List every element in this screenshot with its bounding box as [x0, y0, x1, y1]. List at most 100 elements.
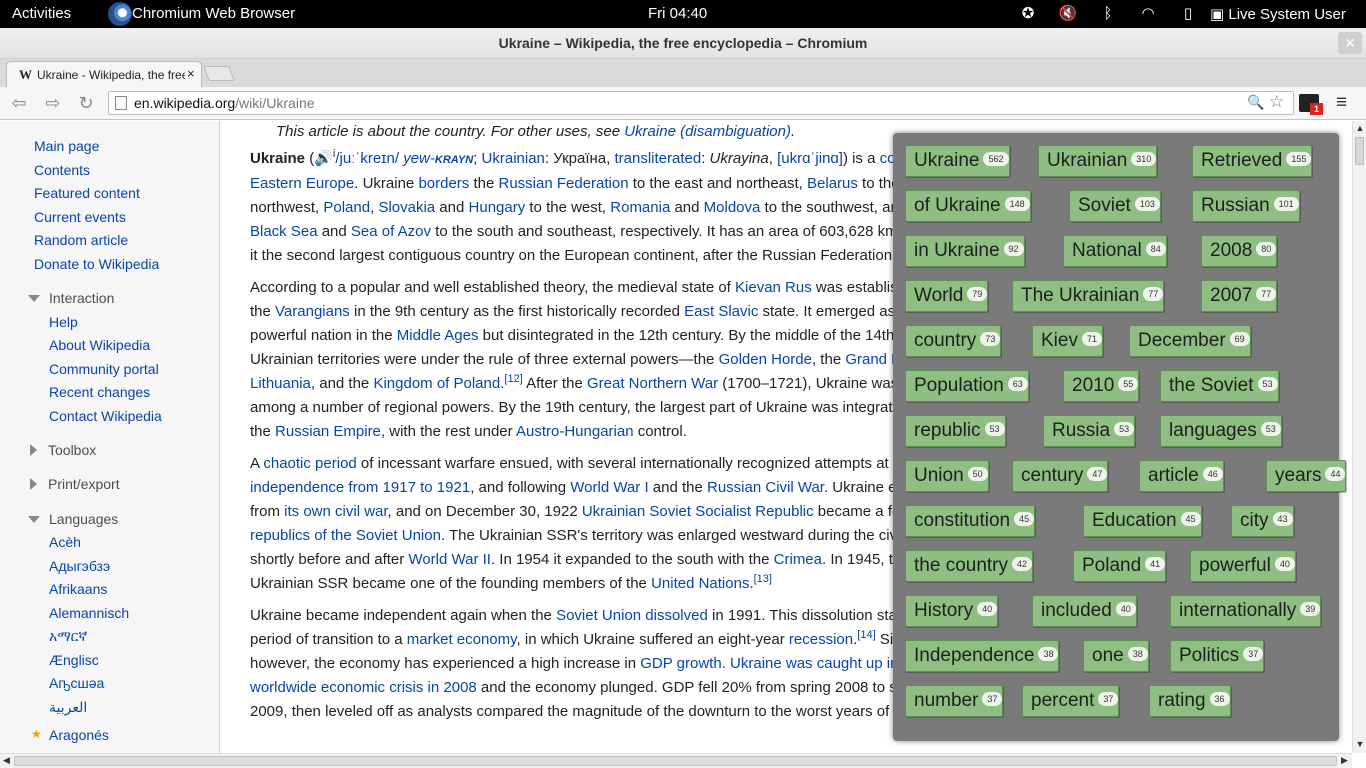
- word-chip[interactable]: Retrieved 155: [1192, 145, 1313, 177]
- word-chip[interactable]: Ukrainian 310: [1038, 145, 1158, 177]
- article-link[interactable]: yew-KRAYN: [403, 150, 473, 167]
- clock[interactable]: Fri 04:40: [648, 5, 707, 22]
- article-link[interactable]: Kingdom of Poland: [373, 375, 500, 392]
- article-link[interactable]: Russian Civil War: [707, 479, 824, 496]
- article-link[interactable]: [12]: [504, 373, 522, 385]
- article-link[interactable]: [14]: [857, 629, 875, 641]
- sidebar-item-contact[interactable]: Contact Wikipedia: [49, 408, 162, 424]
- word-chip[interactable]: in Ukraine 92: [905, 235, 1025, 267]
- menu-icon[interactable]: ≡: [1336, 92, 1354, 114]
- article-link[interactable]: Russian Federation: [498, 175, 628, 192]
- reload-button[interactable]: ↻: [73, 91, 99, 115]
- tab-ukraine[interactable]: W Ukraine - Wikipedia, the free ×: [6, 61, 202, 87]
- article-link[interactable]: Black Sea: [250, 223, 318, 240]
- word-chip[interactable]: internationally 39: [1170, 595, 1322, 627]
- word-chip[interactable]: Soviet 103: [1069, 190, 1161, 222]
- vertical-scrollbar[interactable]: ▲ ▼: [1352, 121, 1366, 753]
- scroll-up-icon[interactable]: ▲: [1355, 123, 1365, 133]
- word-chip[interactable]: History 40: [905, 595, 999, 627]
- article-link[interactable]: Ukraine was caught up in the worldwide e…: [250, 655, 923, 696]
- extension-icon[interactable]: 1: [1299, 94, 1323, 115]
- hatnote-link[interactable]: Ukraine (disambiguation): [624, 123, 791, 140]
- language-link[interactable]: Аҧсшәа: [49, 675, 104, 691]
- article-link[interactable]: [13]: [754, 573, 772, 585]
- article-link[interactable]: market economy: [407, 631, 517, 648]
- article-link[interactable]: Varangians: [275, 303, 350, 320]
- article-link[interactable]: GDP growth: [640, 655, 721, 672]
- word-chip[interactable]: powerful 40: [1190, 550, 1296, 582]
- toolbox-heading[interactable]: Toolbox: [30, 442, 96, 458]
- wifi-icon[interactable]: ◠: [1128, 3, 1168, 25]
- word-chip[interactable]: Russia 53: [1043, 415, 1136, 447]
- word-chip[interactable]: Education 45: [1083, 505, 1202, 537]
- print-export-heading[interactable]: Print/export: [30, 476, 120, 492]
- word-chip[interactable]: Ukraine 562: [905, 145, 1010, 177]
- language-link[interactable]: Адыгэбзэ: [49, 558, 110, 574]
- scroll-down-icon[interactable]: ▼: [1355, 739, 1365, 749]
- article-link[interactable]: [ukrɑˈjinɑ]: [777, 150, 843, 167]
- word-chip[interactable]: republic 53: [905, 415, 1006, 447]
- article-link[interactable]: Golden Horde: [719, 351, 812, 368]
- word-chip[interactable]: The Ukrainian 77: [1012, 280, 1165, 312]
- article-link[interactable]: recession: [789, 631, 853, 648]
- article-link[interactable]: Moldova: [704, 199, 761, 216]
- sidebar-item-donate[interactable]: Donate to Wikipedia: [34, 256, 159, 272]
- word-chip[interactable]: years 44: [1266, 460, 1347, 492]
- bluetooth-icon[interactable]: ᛒ: [1088, 3, 1128, 25]
- word-chip[interactable]: one 38: [1083, 640, 1149, 672]
- word-chip[interactable]: constitution 45: [905, 505, 1036, 537]
- sidebar-item-random-article[interactable]: Random article: [34, 232, 128, 248]
- tab-close-icon[interactable]: ×: [187, 66, 195, 81]
- address-bar[interactable]: en.wikipedia.org/wiki/Ukraine 🔍 ☆: [108, 91, 1294, 115]
- language-link[interactable]: Ænglisc: [49, 652, 99, 668]
- scroll-left-icon[interactable]: ◀: [3, 755, 10, 766]
- article-link[interactable]: Russian Empire: [275, 423, 381, 440]
- article-link[interactable]: Soviet Union dissolved: [556, 607, 708, 624]
- language-link[interactable]: አማርኛ: [49, 628, 87, 645]
- article-link[interactable]: United Nations: [651, 575, 749, 592]
- article-link[interactable]: Romania: [610, 199, 670, 216]
- article-link[interactable]: Hungary: [469, 199, 526, 216]
- word-chip[interactable]: article 46: [1139, 460, 1224, 492]
- word-chip[interactable]: 2007 77: [1201, 280, 1278, 312]
- word-chip[interactable]: Kiev 71: [1032, 325, 1103, 357]
- word-chip[interactable]: the Soviet 53: [1160, 370, 1279, 402]
- sidebar-item-current-events[interactable]: Current events: [34, 209, 126, 225]
- article-link[interactable]: transliterated: [614, 150, 701, 167]
- article-link[interactable]: Middle Ages: [397, 327, 479, 344]
- word-chip[interactable]: Union 50: [905, 460, 989, 492]
- bookmark-star-icon[interactable]: ☆: [1269, 92, 1284, 112]
- article-link[interactable]: Eastern Europe: [250, 175, 354, 192]
- word-chip[interactable]: December 69: [1129, 325, 1251, 357]
- article-link[interactable]: Crimea: [774, 551, 822, 568]
- word-chip[interactable]: rating 36: [1149, 685, 1231, 717]
- url-text[interactable]: en.wikipedia.org/wiki/Ukraine: [134, 95, 315, 111]
- word-chip[interactable]: Population 63: [905, 370, 1029, 402]
- language-link[interactable]: Aragonés: [49, 727, 109, 743]
- article-link[interactable]: republics of the Soviet Union: [250, 527, 441, 544]
- article-link[interactable]: Slovakia: [378, 199, 435, 216]
- article-link[interactable]: its own civil war: [284, 503, 387, 520]
- language-link[interactable]: Acèh: [49, 534, 81, 550]
- sidebar-item-featured-content[interactable]: Featured content: [34, 185, 140, 201]
- word-chip[interactable]: century 47: [1012, 460, 1109, 492]
- article-link[interactable]: Austro-Hungarian: [516, 423, 634, 440]
- battery-icon[interactable]: ▯: [1168, 3, 1208, 25]
- sidebar-item-about[interactable]: About Wikipedia: [49, 337, 150, 353]
- article-link[interactable]: World War I: [570, 479, 648, 496]
- sidebar-item-recent-changes[interactable]: Recent changes: [49, 384, 150, 400]
- new-tab-button[interactable]: [203, 66, 235, 81]
- user-menu[interactable]: ▣ Live System User: [1210, 5, 1346, 23]
- vertical-scroll-thumb[interactable]: [1355, 137, 1364, 165]
- word-chip[interactable]: country 73: [905, 325, 1002, 357]
- article-link[interactable]: Ukrainian Soviet Socialist Republic: [582, 503, 814, 520]
- languages-heading[interactable]: Languages: [28, 511, 118, 527]
- horizontal-scrollbar[interactable]: ◀ ▶: [0, 753, 1352, 768]
- word-chip[interactable]: National 84: [1063, 235, 1167, 267]
- article-link[interactable]: Kievan Rus: [735, 279, 812, 296]
- activities-button[interactable]: Activities: [12, 5, 71, 22]
- word-chip[interactable]: the country 42: [905, 550, 1034, 582]
- interaction-heading[interactable]: Interaction: [28, 290, 114, 306]
- article-link[interactable]: Belarus: [807, 175, 858, 192]
- forward-button[interactable]: ⇨: [40, 91, 66, 115]
